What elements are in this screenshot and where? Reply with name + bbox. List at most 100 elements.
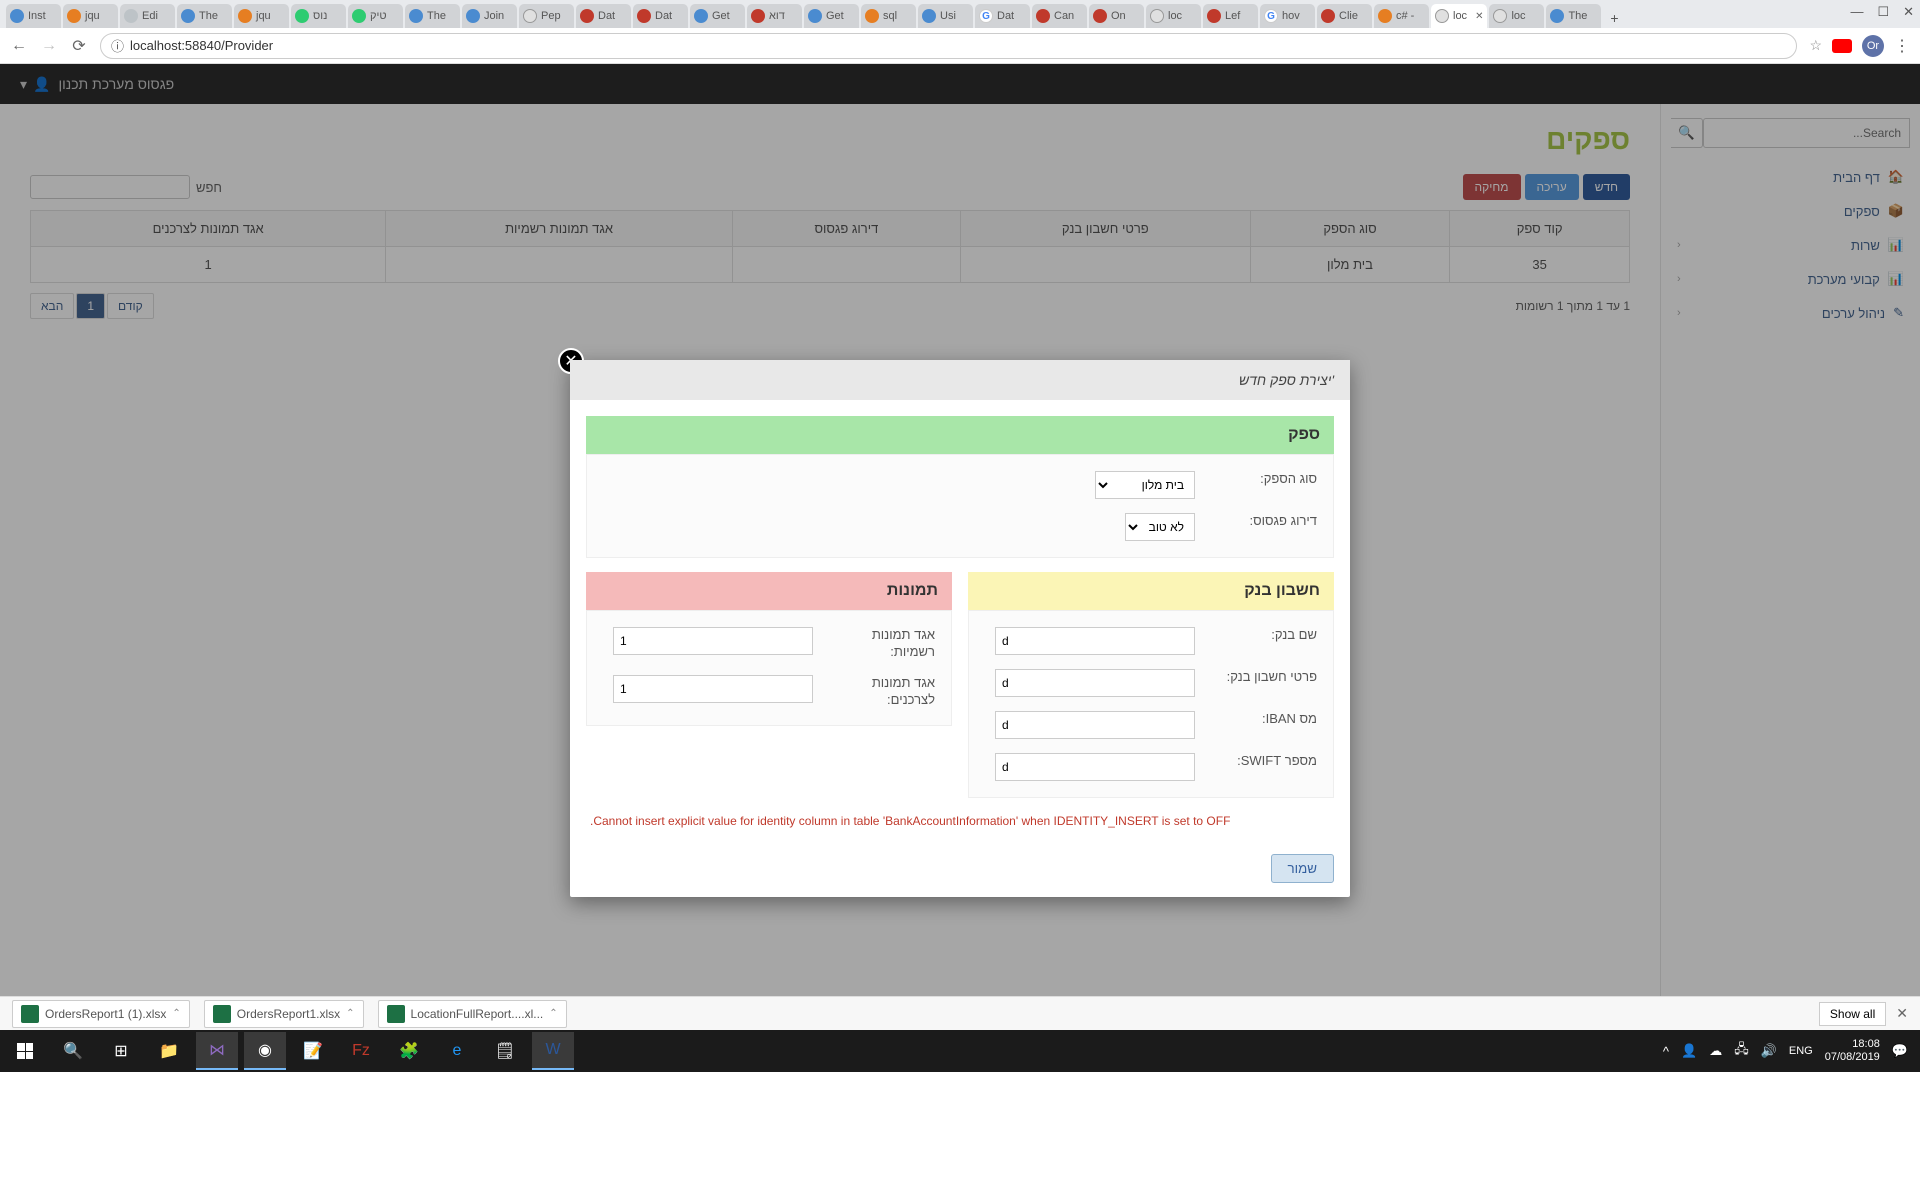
browser-tab[interactable]: jqu [63, 4, 118, 28]
notepadpp-icon[interactable]: 📝 [292, 1032, 334, 1070]
tray-chevron-up-icon[interactable]: ^ [1663, 1044, 1669, 1059]
browser-tab[interactable]: GDat [975, 4, 1030, 28]
volume-icon[interactable]: 🔊 [1761, 1043, 1777, 1059]
favicon [1378, 9, 1392, 23]
downloads-bar: OrdersReport1 (1).xlsx ⌃ OrdersReport1.x… [0, 996, 1920, 1030]
favicon [637, 9, 651, 23]
browser-tab[interactable]: Inst [6, 4, 61, 28]
word-icon[interactable]: W [532, 1032, 574, 1070]
browser-tab-strip: InstjquEdiThejquנוסטיקTheJoinPepDatDatGe… [0, 0, 1920, 28]
favicon [1550, 9, 1564, 23]
browser-tab[interactable]: Lef [1203, 4, 1258, 28]
favicon: G [979, 9, 993, 23]
browser-toolbar: ← → ⟳ ⓘ localhost:58840/Provider ☆ Or ⋮ [0, 28, 1920, 64]
filezilla-icon[interactable]: Fz [340, 1032, 382, 1070]
browser-tab[interactable]: Join [462, 4, 517, 28]
browser-tab[interactable]: c# - [1374, 4, 1429, 28]
provider-type-select[interactable]: בית מלון [1095, 471, 1195, 499]
chevron-up-icon[interactable]: ⌃ [346, 1008, 354, 1019]
save-button[interactable]: שמור [1271, 854, 1334, 883]
onedrive-icon[interactable]: ☁ [1709, 1043, 1722, 1059]
bank-account-input[interactable] [995, 669, 1195, 697]
site-info-icon[interactable]: ⓘ [111, 36, 124, 55]
download-item[interactable]: OrdersReport1 (1).xlsx ⌃ [12, 1000, 190, 1028]
window-close[interactable]: ✕ [1903, 4, 1914, 20]
browser-tab[interactable]: טיק [348, 4, 403, 28]
chevron-up-icon[interactable]: ⌃ [172, 1008, 180, 1019]
browser-tab[interactable]: Pep [519, 4, 574, 28]
file-explorer-icon[interactable]: 📁 [148, 1032, 190, 1070]
browser-tab[interactable]: The [1546, 4, 1601, 28]
browser-tab[interactable]: Dat [633, 4, 688, 28]
task-view[interactable]: ⊞ [100, 1032, 142, 1070]
download-item[interactable]: OrdersReport1.xlsx ⌃ [204, 1000, 364, 1028]
app-icon[interactable]: 🧩 [388, 1032, 430, 1070]
close-downloads-bar[interactable]: ✕ [1896, 1005, 1908, 1022]
bookmark-star-icon[interactable]: ☆ [1809, 37, 1822, 54]
browser-tab[interactable]: Edi [120, 4, 175, 28]
browser-tab[interactable]: loc✕ [1431, 4, 1487, 28]
chevron-up-icon[interactable]: ⌃ [549, 1008, 557, 1019]
window-minimize[interactable]: — [1850, 4, 1863, 20]
profile-avatar[interactable]: Or [1862, 35, 1884, 57]
favicon [751, 9, 765, 23]
edge-icon[interactable]: e [436, 1032, 478, 1070]
bank-name-input[interactable] [995, 627, 1195, 655]
nav-forward[interactable]: → [40, 37, 58, 55]
browser-tab[interactable]: The [177, 4, 232, 28]
address-bar[interactable]: ⓘ localhost:58840/Provider [100, 33, 1797, 59]
browser-tab[interactable]: sql [861, 4, 916, 28]
favicon [466, 9, 480, 23]
download-item[interactable]: LocationFullReport....xl... ⌃ [378, 1000, 567, 1028]
browser-tab[interactable]: דוא [747, 4, 802, 28]
official-photos-input[interactable] [613, 627, 813, 655]
start-button[interactable] [4, 1032, 46, 1070]
nav-reload[interactable]: ⟳ [70, 37, 88, 55]
youtube-extension-icon[interactable] [1832, 39, 1852, 53]
modal-title: 'יצירת ספק חדש [570, 360, 1350, 400]
browser-tab[interactable]: The [405, 4, 460, 28]
nav-back[interactable]: ← [10, 37, 28, 55]
browser-tab[interactable]: Dat [576, 4, 631, 28]
provider-type-label: סוג הספק: [1207, 471, 1317, 488]
notifications-icon[interactable]: 💬 [1892, 1043, 1908, 1059]
notepad-icon[interactable]: 🗒 [484, 1032, 526, 1070]
browser-tab[interactable]: Can [1032, 4, 1087, 28]
browser-tab[interactable]: loc [1489, 4, 1544, 28]
favicon [1093, 9, 1107, 23]
window-maximize[interactable]: ☐ [1877, 4, 1889, 20]
show-all-downloads[interactable]: Show all [1819, 1002, 1886, 1026]
browser-tab[interactable]: loc [1146, 4, 1201, 28]
favicon [808, 9, 822, 23]
section-photos-header: תמונות [586, 572, 952, 610]
browser-tab[interactable]: On [1089, 4, 1144, 28]
iban-input[interactable] [995, 711, 1195, 739]
favicon: G [1264, 9, 1278, 23]
search-taskbar[interactable]: 🔍 [52, 1032, 94, 1070]
favicon [1321, 9, 1335, 23]
visual-studio-icon[interactable]: ⋈ [196, 1032, 238, 1070]
pegasus-rating-select[interactable]: לא טוב [1125, 513, 1195, 541]
browser-tab[interactable]: Usi [918, 4, 973, 28]
browser-tab[interactable]: Get [690, 4, 745, 28]
browser-tab[interactable]: נוס [291, 4, 346, 28]
favicon [181, 9, 195, 23]
favicon [124, 9, 138, 23]
new-tab-button[interactable]: + [1603, 8, 1625, 28]
browser-tab[interactable]: Get [804, 4, 859, 28]
consumer-photos-input[interactable] [613, 675, 813, 703]
favicon [922, 9, 936, 23]
browser-tab[interactable]: Clie [1317, 4, 1372, 28]
browser-tab[interactable]: jqu [234, 4, 289, 28]
clock[interactable]: 18:08 07/08/2019 [1825, 1038, 1880, 1064]
language-indicator[interactable]: ENG [1789, 1045, 1813, 1057]
tab-close-icon[interactable]: ✕ [1475, 11, 1483, 22]
network-icon[interactable]: 🖧 [1734, 1040, 1749, 1062]
chrome-icon[interactable]: ◉ [244, 1032, 286, 1070]
browser-tab[interactable]: Ghov [1260, 4, 1315, 28]
swift-input[interactable] [995, 753, 1195, 781]
browser-menu-icon[interactable]: ⋮ [1894, 36, 1910, 56]
excel-icon [21, 1005, 39, 1023]
favicon [67, 9, 81, 23]
people-icon[interactable]: 👤 [1681, 1043, 1697, 1059]
